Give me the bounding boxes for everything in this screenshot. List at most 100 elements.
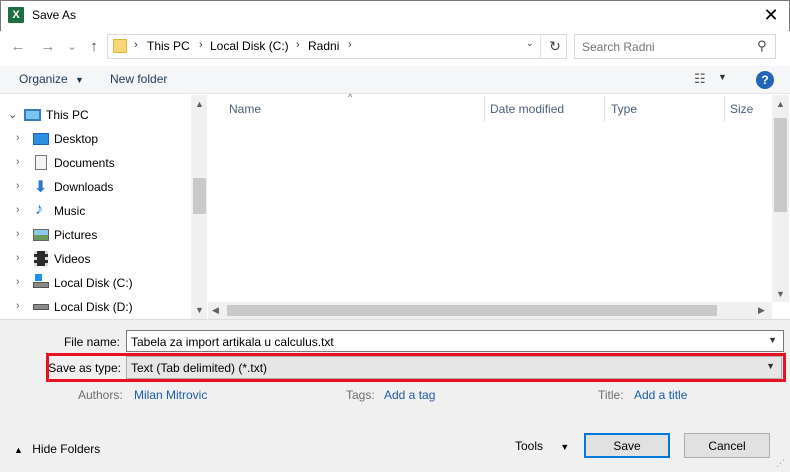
- nav-item-local-disk-c[interactable]: › Local Disk (C:): [0, 271, 190, 295]
- authors-value[interactable]: Milan Mitrovic: [134, 388, 207, 402]
- nav-item-label: Pictures: [54, 228, 98, 242]
- nav-item-pictures[interactable]: › Pictures: [0, 223, 190, 247]
- up-folder-button[interactable]: ↑: [84, 37, 104, 57]
- scroll-left-arrow-icon[interactable]: ◀: [212, 305, 219, 316]
- column-divider[interactable]: [724, 96, 725, 122]
- pictures-icon: [33, 229, 49, 241]
- organize-label: Organize: [19, 72, 68, 86]
- scroll-up-arrow-icon[interactable]: ▲: [195, 99, 204, 109]
- forward-button[interactable]: →: [38, 37, 58, 57]
- command-toolbar: Organize ▼ New folder ☷ ▼ ?: [0, 66, 790, 94]
- chevron-right-icon[interactable]: ›: [16, 180, 20, 192]
- drive-icon: [33, 304, 49, 310]
- scroll-down-arrow-icon[interactable]: ▼: [195, 305, 204, 315]
- file-name-chevron-down-icon[interactable]: ▼: [768, 335, 777, 345]
- recent-locations-chevron-down-icon[interactable]: ⌄: [62, 37, 82, 57]
- hide-folders-label: Hide Folders: [32, 442, 101, 456]
- search-input[interactable]: [582, 39, 742, 55]
- horizontal-scroll-thumb[interactable]: [227, 305, 717, 316]
- sort-ascending-icon: ^: [348, 92, 353, 102]
- column-divider[interactable]: [604, 96, 605, 122]
- breadcrumb-separator-icon: ›: [134, 39, 138, 51]
- file-name-combobox[interactable]: ▼: [126, 330, 784, 352]
- organize-chevron-down-icon: ▼: [75, 75, 84, 85]
- back-button[interactable]: ←: [8, 37, 28, 57]
- chevron-right-icon[interactable]: ›: [16, 204, 20, 216]
- nav-item-label: Documents: [54, 156, 115, 170]
- nav-item-desktop[interactable]: › Desktop: [0, 127, 190, 151]
- column-header-name[interactable]: Name: [229, 102, 261, 116]
- vertical-scroll-thumb[interactable]: [774, 118, 787, 212]
- breadcrumb-local-disk-c[interactable]: Local Disk (C:): [210, 39, 289, 53]
- address-divider: [540, 35, 541, 58]
- chevron-right-icon[interactable]: ›: [16, 276, 20, 288]
- scroll-up-arrow-icon[interactable]: ▲: [776, 99, 785, 109]
- new-folder-button[interactable]: New folder: [110, 72, 167, 86]
- column-header-size[interactable]: Size: [730, 102, 753, 116]
- view-chevron-down-icon[interactable]: ▼: [718, 72, 727, 82]
- organize-menu-button[interactable]: Organize ▼: [19, 72, 84, 86]
- nav-item-this-pc[interactable]: ⌄ This PC: [0, 103, 190, 127]
- authors-label: Authors:: [78, 388, 123, 402]
- navigation-scroll-thumb[interactable]: [193, 178, 206, 214]
- tags-input[interactable]: Add a tag: [384, 388, 435, 402]
- address-bar[interactable]: › This PC › Local Disk (C:) › Radni › ⌄ …: [107, 34, 567, 59]
- nav-item-videos[interactable]: › Videos: [0, 247, 190, 271]
- excel-app-icon: X: [8, 7, 24, 23]
- expanded-chevron-icon[interactable]: ⌄: [8, 108, 17, 121]
- documents-icon: [35, 155, 47, 170]
- column-divider[interactable]: [484, 96, 485, 122]
- breadcrumb-this-pc[interactable]: This PC: [147, 39, 190, 53]
- column-header-type[interactable]: Type: [611, 102, 637, 116]
- nav-item-music[interactable]: › ♪ Music: [0, 199, 190, 223]
- breadcrumb-separator-icon[interactable]: ›: [199, 39, 203, 51]
- breadcrumb-separator-icon[interactable]: ›: [296, 39, 300, 51]
- chevron-right-icon[interactable]: ›: [16, 252, 20, 264]
- nav-item-label: Local Disk (D:): [54, 300, 133, 314]
- computer-icon: [24, 109, 41, 121]
- help-icon[interactable]: ?: [756, 71, 774, 89]
- collapse-chevron-icon: ▲: [14, 445, 23, 455]
- nav-item-label: Desktop: [54, 132, 99, 146]
- windows-logo-icon: [35, 274, 42, 281]
- scroll-down-arrow-icon[interactable]: ▼: [776, 289, 785, 299]
- file-list-pane[interactable]: [208, 95, 790, 319]
- search-icon[interactable]: ⚲: [757, 38, 767, 54]
- save-type-select[interactable]: Text (Tab delimited) (*.txt) ▼: [126, 356, 782, 379]
- scroll-right-arrow-icon[interactable]: ▶: [758, 305, 765, 316]
- nav-item-documents[interactable]: › Documents: [0, 151, 190, 175]
- tools-menu-button[interactable]: Tools ▼: [515, 439, 569, 453]
- downloads-icon: ⬇: [34, 179, 48, 196]
- refresh-icon[interactable]: ↻: [545, 36, 565, 56]
- tags-label: Tags:: [346, 388, 375, 402]
- nav-item-label: Videos: [54, 252, 91, 266]
- title-bar: [0, 0, 790, 31]
- nav-item-label: This PC: [46, 108, 89, 122]
- music-icon: ♪: [35, 201, 43, 218]
- file-name-input[interactable]: [131, 334, 751, 349]
- view-options-icon[interactable]: ☷: [694, 71, 706, 87]
- nav-item-downloads[interactable]: › ⬇ Downloads: [0, 175, 190, 199]
- resize-grip-icon[interactable]: ⋰: [776, 458, 785, 469]
- save-button[interactable]: Save: [584, 433, 670, 458]
- breadcrumb-radni[interactable]: Radni: [308, 39, 339, 53]
- chevron-right-icon[interactable]: ›: [16, 300, 20, 312]
- nav-item-label: Local Disk (C:): [54, 276, 133, 290]
- search-box[interactable]: ⚲: [574, 34, 776, 59]
- chevron-right-icon[interactable]: ›: [16, 228, 20, 240]
- nav-item-label: Downloads: [54, 180, 114, 194]
- cancel-button[interactable]: Cancel: [684, 433, 770, 458]
- nav-item-local-disk-d[interactable]: › Local Disk (D:): [0, 295, 190, 319]
- desktop-icon: [33, 133, 49, 145]
- chevron-right-icon[interactable]: ›: [16, 132, 20, 144]
- videos-icon: [34, 251, 48, 266]
- breadcrumb-separator-icon[interactable]: ›: [348, 39, 352, 51]
- hide-folders-button[interactable]: ▲ Hide Folders: [14, 442, 100, 456]
- column-header-date-modified[interactable]: Date modified: [490, 102, 564, 116]
- address-history-chevron-down-icon[interactable]: ⌄: [526, 38, 538, 49]
- chevron-right-icon[interactable]: ›: [16, 156, 20, 168]
- window-title: Save As: [32, 8, 77, 22]
- title-input[interactable]: Add a title: [634, 388, 687, 402]
- close-button[interactable]: ✕: [756, 3, 786, 27]
- save-type-chevron-down-icon[interactable]: ▼: [766, 361, 775, 371]
